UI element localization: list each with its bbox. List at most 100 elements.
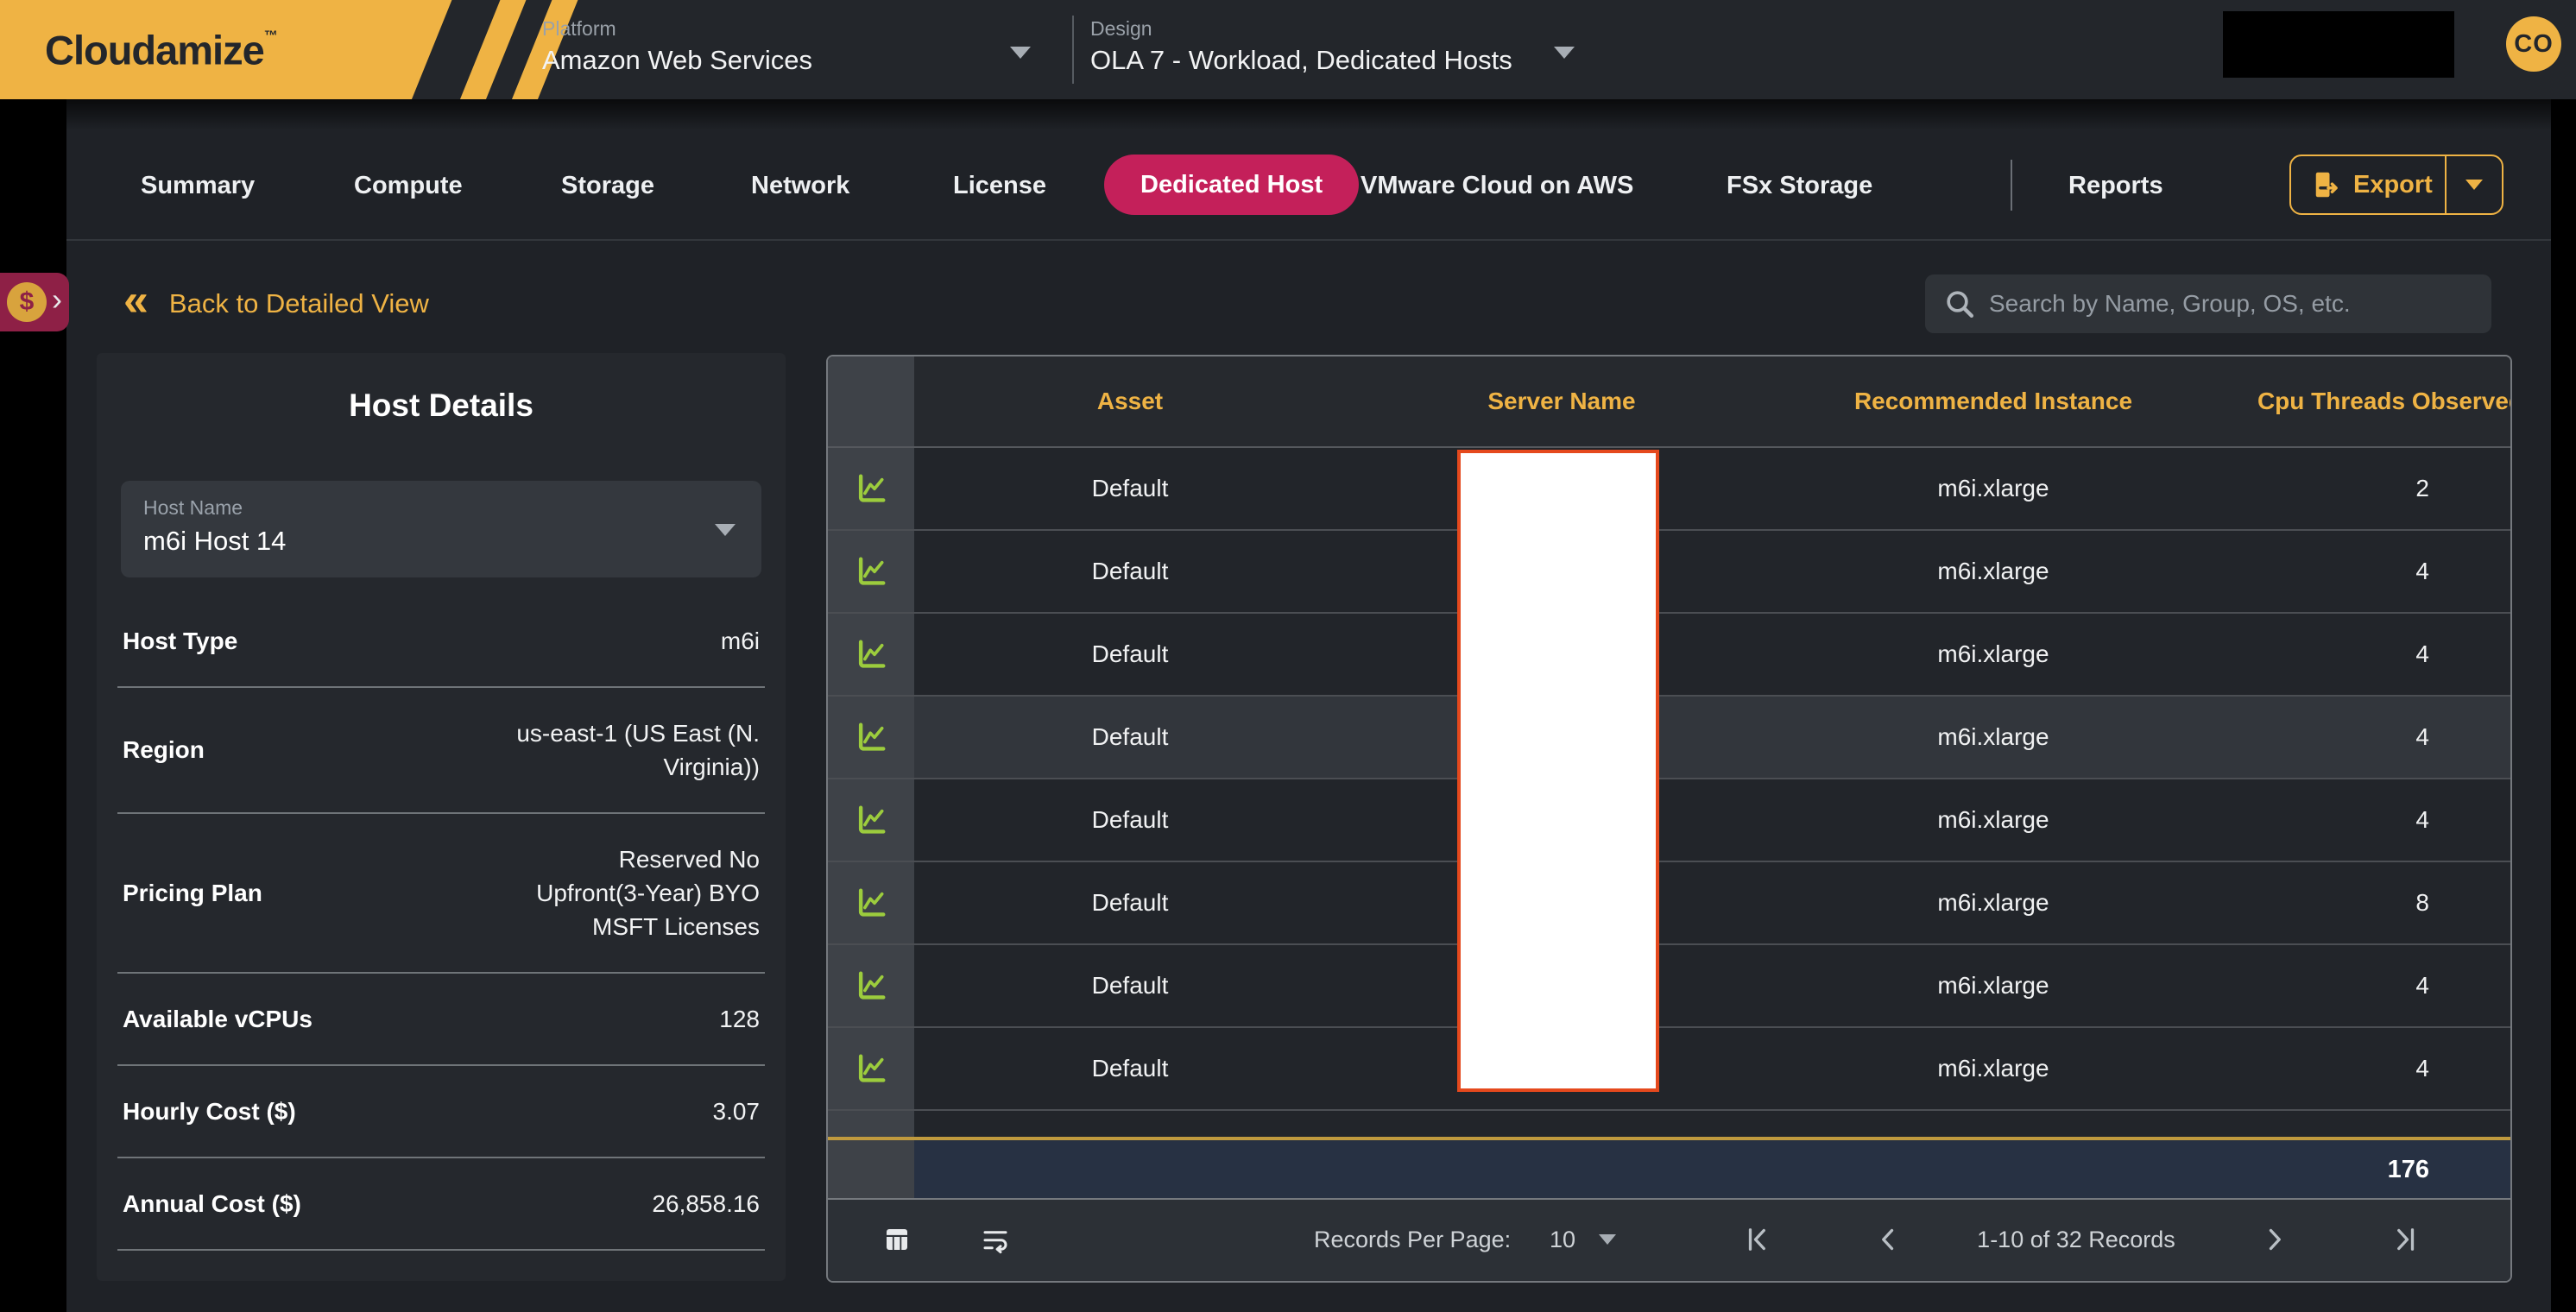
tab-vmware-cloud-on-aws[interactable]: VMware Cloud on AWS [1361, 158, 1633, 213]
chevron-down-icon [1599, 1234, 1616, 1245]
table-row[interactable]: Default m6i.xlarge 4 [828, 1028, 2510, 1111]
cell-cpu-threads: 4 [2209, 697, 2512, 778]
tab-license[interactable]: License [953, 158, 1046, 213]
back-link-label: Back to Detailed View [169, 288, 429, 319]
table-row[interactable]: Default m6i.xlarge 4 [828, 614, 2510, 697]
cloudamize-logo[interactable]: Cloudamize™ [0, 0, 604, 99]
table-header-row: Asset Server Name Recommended Instance C… [828, 356, 2510, 448]
host-name-value: m6i Host 14 [143, 526, 739, 557]
tab-reports[interactable]: Reports [2068, 158, 2163, 213]
host-detail-row: Host Type m6i [117, 596, 765, 688]
host-name-label: Host Name [143, 496, 739, 520]
top-bar: Cloudamize™ Platform Amazon Web Services… [0, 0, 2576, 99]
platform-select[interactable]: Platform Amazon Web Services [542, 0, 1026, 99]
line-chart-icon [855, 969, 887, 1002]
chart-icon-cell[interactable] [828, 697, 914, 778]
cost-drawer-tab[interactable]: $ › [0, 273, 69, 331]
table-row[interactable]: Default m6i.xlarge 4 [828, 531, 2510, 614]
host-details-panel: Host Details Host Name m6i Host 14 Host … [97, 353, 786, 1281]
table-row[interactable]: Default m6i.xlarge 4 [828, 779, 2510, 862]
platform-value: Amazon Web Services [542, 45, 812, 76]
search-input[interactable] [1987, 289, 2474, 319]
tab-network[interactable]: Network [751, 158, 849, 213]
dollar-icon: $ [7, 282, 47, 322]
records-per-page-value[interactable]: 10 [1550, 1200, 1575, 1279]
design-select[interactable]: Design OLA 7 - Workload, Dedicated Hosts [1090, 0, 1591, 99]
detail-label: Available vCPUs [123, 1006, 313, 1033]
column-header-server-name[interactable]: Server Name [1346, 356, 1777, 446]
tab-dedicated-host[interactable]: Dedicated Host [1104, 155, 1359, 215]
cell-asset: Default [914, 862, 1346, 943]
line-chart-icon [855, 555, 887, 588]
cell-recommended-instance: m6i.xlarge [1777, 779, 2209, 861]
records-per-page-label: Records Per Page: [1314, 1200, 1511, 1279]
cell-asset: Default [914, 945, 1346, 1026]
tab-compute[interactable]: Compute [354, 158, 463, 213]
detail-value: 26,858.16 [652, 1187, 760, 1221]
tab-fsx-storage[interactable]: FSx Storage [1727, 158, 1872, 213]
tab-summary[interactable]: Summary [141, 158, 255, 213]
design-value: OLA 7 - Workload, Dedicated Hosts [1090, 45, 1512, 76]
table-row[interactable]: Default m6i.xlarge 8 [828, 862, 2510, 945]
summary-threads-total: 176 [2209, 1140, 2512, 1199]
chart-icon-cell[interactable] [828, 945, 914, 1026]
column-header-recommended-instance[interactable]: Recommended Instance [1777, 356, 2209, 446]
records-per-page-dropdown[interactable] [1599, 1200, 1616, 1279]
last-page-button[interactable] [2390, 1200, 2421, 1279]
cell-recommended-instance: m6i.xlarge [1777, 945, 2209, 1026]
cell-cpu-threads: 4 [2209, 945, 2512, 1026]
chevron-right-icon: › [52, 281, 62, 318]
cell-asset: Default [914, 531, 1346, 612]
host-detail-list: Host Type m6i Region us-east-1 (US East … [117, 596, 765, 1251]
chevron-down-icon[interactable] [1010, 47, 1031, 59]
chart-column-summary-cell [828, 1140, 914, 1199]
detail-label: Pricing Plan [123, 880, 262, 907]
nav-divider [66, 239, 2551, 241]
table-row[interactable]: Default m6i.xlarge 2 [828, 448, 2510, 531]
cell-asset: Default [914, 614, 1346, 695]
cell-cpu-threads: 4 [2209, 779, 2512, 861]
partial-row [828, 1111, 2510, 1137]
detail-value: m6i [721, 624, 760, 658]
chart-icon-cell[interactable] [828, 614, 914, 695]
cloudamize-app: Cloudamize™ Platform Amazon Web Services… [0, 0, 2576, 1312]
chart-icon-cell[interactable] [828, 531, 914, 612]
search-box [1925, 274, 2491, 333]
cell-cpu-threads: 8 [2209, 862, 2512, 943]
columns-icon[interactable] [881, 1200, 912, 1279]
host-name-select[interactable]: Host Name m6i Host 14 [121, 481, 761, 577]
tab-storage[interactable]: Storage [561, 158, 654, 213]
export-dropdown[interactable] [2445, 156, 2502, 213]
detail-value: Reserved No Upfront(3-Year) BYO MSFT Lic… [536, 842, 760, 943]
first-page-button[interactable] [1741, 1200, 1772, 1279]
cell-asset: Default [914, 1028, 1346, 1109]
table-row[interactable]: Default m6i.xlarge 4 [828, 945, 2510, 1028]
export-button[interactable]: Export [2291, 156, 2445, 213]
column-header-cpu-threads[interactable]: Cpu Threads Observed [2209, 356, 2512, 446]
detail-label: Hourly Cost ($) [123, 1098, 296, 1126]
avatar[interactable]: CO [2506, 16, 2561, 72]
chart-icon-cell[interactable] [828, 448, 914, 529]
host-detail-row: Annual Cost ($) 26,858.16 [117, 1158, 765, 1251]
table-row[interactable]: Default m6i.xlarge 4 [828, 697, 2510, 779]
double-chevron-left-icon: « [123, 274, 148, 326]
chart-icon-cell[interactable] [828, 779, 914, 861]
next-page-button[interactable] [2259, 1200, 2290, 1279]
cell-asset: Default [914, 448, 1346, 529]
detail-value: 128 [719, 1002, 760, 1036]
chart-icon-cell[interactable] [828, 862, 914, 943]
chevron-down-icon [2466, 180, 2483, 190]
chevron-down-icon[interactable] [1554, 47, 1575, 59]
line-chart-icon [855, 804, 887, 836]
back-to-detailed-view-link[interactable]: « Back to Detailed View [123, 281, 429, 326]
line-chart-icon [855, 721, 887, 754]
chart-icon-cell[interactable] [828, 1028, 914, 1109]
cell-asset: Default [914, 697, 1346, 778]
wrap-text-icon[interactable] [980, 1200, 1011, 1279]
column-header-asset[interactable]: Asset [914, 356, 1346, 446]
detail-value: us-east-1 (US East (N. Virginia)) [516, 716, 760, 784]
previous-page-button[interactable] [1872, 1200, 1904, 1279]
redacted-account-box [2223, 11, 2454, 78]
cell-recommended-instance: m6i.xlarge [1777, 614, 2209, 695]
host-detail-row: Available vCPUs 128 [117, 974, 765, 1066]
